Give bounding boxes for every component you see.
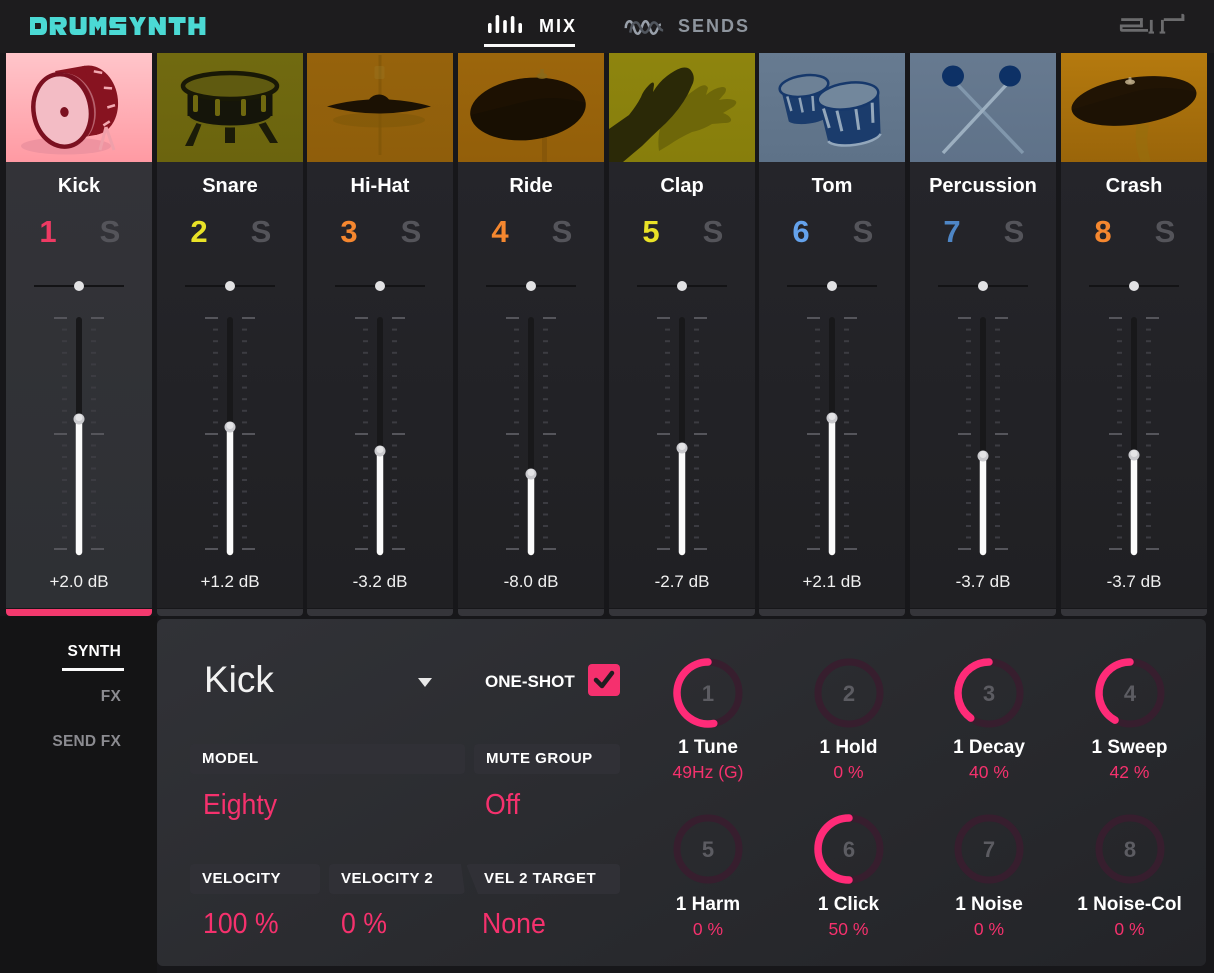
svg-text:3: 3 xyxy=(983,681,995,706)
svg-text:5: 5 xyxy=(702,837,714,862)
svg-text:7: 7 xyxy=(983,837,995,862)
svg-text:2: 2 xyxy=(842,681,854,706)
svg-text:1: 1 xyxy=(702,681,714,706)
svg-text:6: 6 xyxy=(842,837,854,862)
svg-text:4: 4 xyxy=(1123,681,1136,706)
svg-text:8: 8 xyxy=(1123,837,1135,862)
